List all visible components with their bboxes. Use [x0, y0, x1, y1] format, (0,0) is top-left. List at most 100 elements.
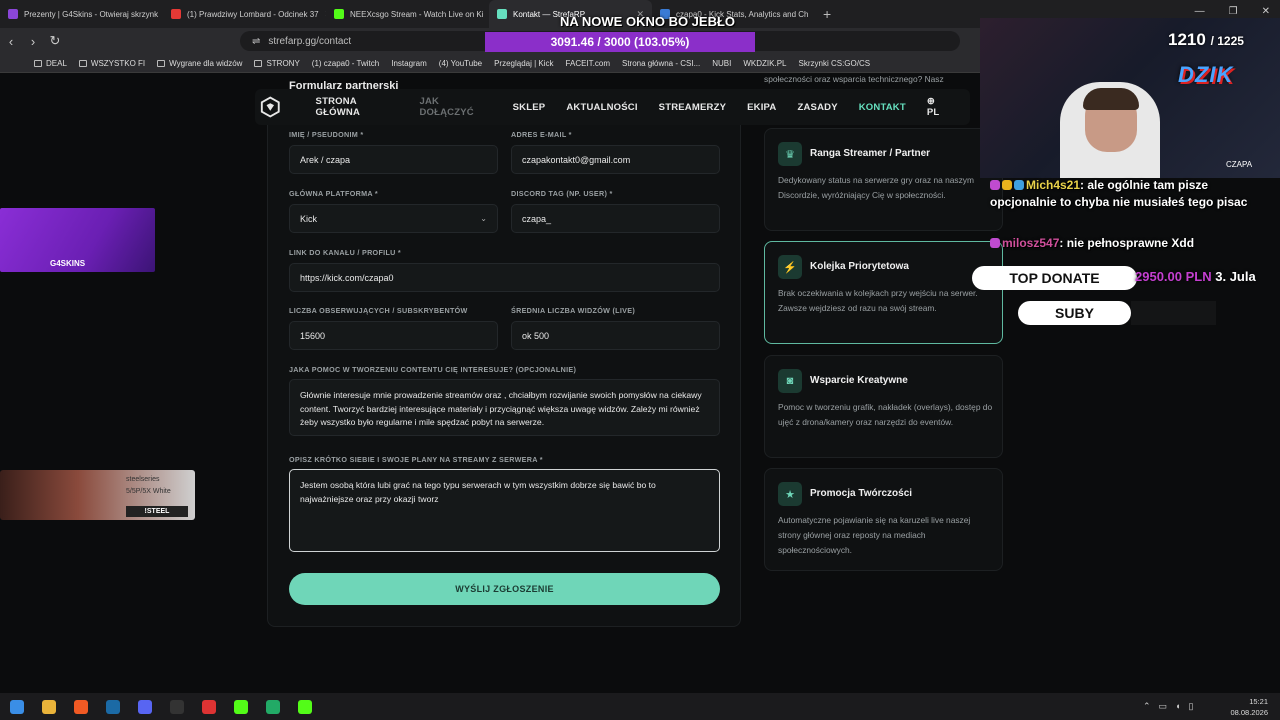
window-controls: — ❐ ✕: [1195, 6, 1270, 17]
url-text: strefarp.gg/contact: [268, 35, 352, 47]
bookmark[interactable]: Strona główna - CSI...: [622, 59, 700, 68]
start-icon[interactable]: [10, 699, 24, 714]
language-label: PL: [926, 107, 940, 118]
new-tab-icon[interactable]: +: [823, 6, 831, 22]
bookmark[interactable]: NUBI: [712, 59, 731, 68]
chat-message: milosz547: nie pełnosprawne Xdd: [990, 235, 1260, 252]
donate-name: 3. Jula: [1215, 269, 1256, 284]
followers-label: LICZBA OBSERWUJĄCYCH / SUBSKRYBENTÓW: [289, 306, 468, 315]
badge-icon: [990, 238, 1000, 248]
brave-icon[interactable]: [74, 699, 88, 714]
name-label: IMIĘ / PSEUDONIM *: [289, 130, 364, 139]
folder-icon: [34, 59, 42, 67]
app-icon[interactable]: [266, 699, 280, 714]
browser-tab[interactable]: (1) Prawdziwy Lombard - Odcinek 37✕: [163, 0, 326, 28]
nav-news[interactable]: AKTUALNOŚCI: [566, 102, 637, 113]
site-logo-icon[interactable]: [259, 95, 282, 119]
benefit-title: Kolejka Priorytetowa: [810, 261, 909, 272]
platform-label: GŁÓWNA PLATFORMA *: [289, 189, 378, 198]
stream-alert-text: NA NOWE OKNO BO JEBŁO: [560, 14, 736, 29]
help-textarea[interactable]: Głównie interesuje mnie prowadzenie stre…: [289, 379, 720, 436]
name-input[interactable]: Arek / czapa: [289, 145, 498, 174]
maximize-icon[interactable]: ❐: [1229, 6, 1238, 17]
platform-value: Kick: [300, 213, 318, 224]
trophy-icon: ♛: [778, 142, 802, 166]
platform-select[interactable]: Kick ⌄: [289, 204, 498, 233]
tab-label: Prezenty | G4Skins - Otwieraj skrzynk: [24, 9, 159, 19]
followers-input[interactable]: 15600: [289, 321, 498, 350]
explorer-icon[interactable]: [42, 699, 56, 714]
tab-favicon-icon: [8, 9, 18, 19]
folder-icon: [157, 59, 166, 67]
steam-icon[interactable]: [106, 699, 120, 714]
browser-tab[interactable]: Prezenty | G4Skins - Otwieraj skrzynk✕: [0, 0, 163, 28]
bookmark[interactable]: Instagram: [391, 59, 427, 68]
bookmark[interactable]: WSZYSTKO FI: [78, 59, 145, 68]
nav-rules[interactable]: ZASADY: [797, 102, 837, 113]
nav-shop[interactable]: SKLEP: [513, 102, 546, 113]
clock[interactable]: 15:21 08.08.2026: [1230, 696, 1268, 718]
viewers-input[interactable]: ok 500: [511, 321, 720, 350]
top-donate-label: TOP DONATE: [972, 266, 1137, 290]
back-icon[interactable]: ‹: [0, 34, 22, 49]
chat-username: Mich4s21: [1026, 178, 1081, 192]
epic-icon[interactable]: [170, 699, 184, 714]
obs-icon[interactable]: [202, 699, 216, 714]
goal-progress-bar: 3091.46 / 3000 (103.05%): [485, 32, 755, 52]
discord-input[interactable]: czapa_: [511, 204, 720, 233]
nav-team[interactable]: EKIPA: [747, 102, 776, 113]
plans-textarea[interactable]: Jestem osobą która lubi grać na tego typ…: [289, 469, 720, 552]
bookmark[interactable]: WKDZIK.PL: [743, 59, 786, 68]
submit-button[interactable]: WYŚLIJ ZGŁOSZENIE: [289, 573, 720, 605]
site-info-icon[interactable]: ⇌: [252, 36, 260, 47]
taskbar: [0, 693, 1280, 720]
kick-icon[interactable]: [234, 699, 248, 714]
nav-streamers[interactable]: STREAMERZY: [659, 102, 726, 113]
browser-tab[interactable]: NEEXcsgo Stream - Watch Live on Ki✕: [326, 0, 489, 28]
bookmark[interactable]: STRONY: [254, 59, 300, 68]
bookmark[interactable]: Skrzynki CS:GO/CS: [799, 59, 871, 68]
benefit-desc: Brak oczekiwania w kolejkach przy wejści…: [778, 288, 978, 313]
discord-icon[interactable]: [138, 699, 152, 714]
site-navbar: STRONA GŁÓWNA JAK DOŁĄCZYĆ SKLEP AKTUALN…: [255, 89, 970, 125]
bookmark[interactable]: (4) YouTube: [439, 59, 482, 68]
subs-label: SUBY: [1018, 301, 1131, 325]
star-icon: ★: [778, 482, 802, 506]
bookmark[interactable]: Przeglądaj | Kick: [494, 59, 553, 68]
nav-how-to-join[interactable]: JAK DOŁĄCZYĆ: [419, 96, 491, 118]
chevron-up-icon[interactable]: ⌃: [1143, 701, 1151, 712]
benefit-card: ◙ Wsparcie Kreatywne Pomoc w tworzeniu g…: [764, 355, 1003, 458]
reload-icon[interactable]: ↻: [44, 33, 66, 49]
link-input[interactable]: https://kick.com/czapa0: [289, 263, 720, 292]
dzik-logo: DZIK: [1178, 62, 1234, 87]
benefit-desc: Pomoc w tworzeniu grafik, nakładek (over…: [778, 402, 993, 427]
steelseries-model: 5/5P/5X White: [126, 488, 171, 495]
tab-favicon-icon: [334, 9, 344, 19]
volume-icon[interactable]: ◖: [1175, 701, 1180, 712]
counter-total: / 1225: [1210, 34, 1244, 48]
bookmark[interactable]: FACEIT.com: [566, 59, 610, 68]
forward-icon[interactable]: ›: [22, 34, 44, 49]
plans-label: OPISZ KRÓTKO SIEBIE I SWOJE PLANY NA STR…: [289, 455, 543, 464]
goal-counter: 1210 / 1225: [1168, 30, 1244, 50]
benefit-card: ★ Promocja Twórczości Automatyczne pojaw…: [764, 468, 1003, 571]
chevron-down-icon: ⌄: [480, 214, 487, 223]
network-icon[interactable]: ▭: [1159, 701, 1168, 712]
email-label: ADRES E-MAIL *: [511, 130, 572, 139]
benefit-title: Promocja Twórczości: [810, 488, 913, 499]
camera-icon: ◙: [778, 369, 802, 393]
tab-label: NEEXcsgo Stream - Watch Live on Ki: [350, 9, 484, 19]
language-switch[interactable]: ⊕ PL: [927, 96, 949, 118]
bookmark[interactable]: (1) czapa0 - Twitch: [312, 59, 379, 68]
nav-contact[interactable]: KONTAKT: [859, 102, 906, 113]
minimize-icon[interactable]: —: [1195, 6, 1205, 17]
kick-icon[interactable]: [298, 699, 312, 714]
folder-icon: [254, 59, 263, 67]
bookmark[interactable]: Wygrane dla widzów: [157, 59, 242, 68]
bookmark[interactable]: DEAL: [34, 59, 67, 68]
close-window-icon[interactable]: ✕: [1262, 6, 1270, 17]
badge-icon: [1002, 180, 1012, 190]
nav-home[interactable]: STRONA GŁÓWNA: [316, 96, 399, 118]
battery-icon[interactable]: ▯: [1189, 701, 1194, 712]
email-input[interactable]: czapakontakt0@gmail.com: [511, 145, 720, 174]
